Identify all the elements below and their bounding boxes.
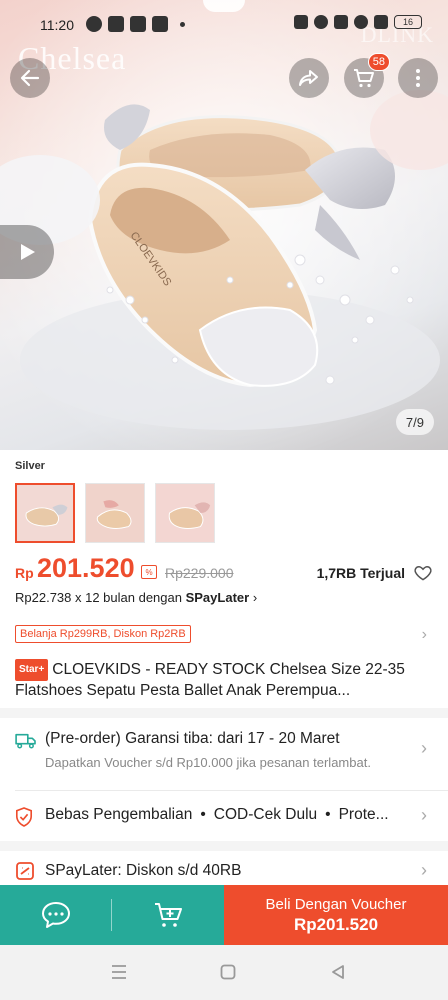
shipping-row[interactable]: (Pre-order) Garansi tiba: dari 17 - 20 M… bbox=[15, 718, 435, 790]
guarantee-item-return: Bebas Pengembalian bbox=[45, 806, 193, 823]
chevron-right-icon: › bbox=[421, 860, 427, 880]
bluetooth-icon bbox=[334, 15, 348, 29]
chevron-right-icon: › bbox=[421, 626, 427, 643]
share-button[interactable] bbox=[289, 58, 329, 98]
guarantee-item-cod: COD-Cek Dulu bbox=[213, 806, 318, 823]
section-divider bbox=[0, 708, 448, 718]
chat-icon bbox=[42, 902, 70, 928]
current-price: 201.520 bbox=[37, 553, 135, 583]
arrow-left-icon bbox=[20, 69, 40, 87]
recent-apps-icon[interactable] bbox=[110, 964, 128, 980]
more-options-button[interactable] bbox=[398, 58, 438, 98]
play-icon bbox=[21, 244, 35, 260]
home-icon[interactable] bbox=[220, 964, 236, 980]
system-navigation-bar bbox=[0, 945, 448, 1000]
more-vertical-icon bbox=[416, 69, 420, 87]
wifi-icon bbox=[354, 15, 368, 29]
status-time: 11:20 bbox=[40, 17, 74, 33]
gallery-icon bbox=[294, 15, 308, 29]
variant-thumbnail[interactable] bbox=[15, 483, 75, 543]
shop-discount-label: Belanja Rp299RB, Diskon Rp2RB bbox=[15, 625, 191, 643]
variant-label: Silver bbox=[15, 460, 45, 472]
shield-check-icon bbox=[15, 807, 33, 827]
thumbnail-image bbox=[17, 485, 73, 541]
battery-icon: 16 bbox=[394, 15, 422, 29]
sold-count: 1,7RB Terjual bbox=[316, 565, 405, 581]
spaylater-icon bbox=[16, 862, 34, 880]
image-counter: 7/9 bbox=[395, 409, 434, 435]
no-sim-icon bbox=[374, 15, 388, 29]
promo-row[interactable]: Belanja Rp299RB, Diskon Rp2RB › bbox=[15, 624, 435, 644]
star-plus-badge: Star+ bbox=[15, 659, 49, 681]
chevron-right-icon: › bbox=[421, 805, 427, 825]
variant-thumbnail[interactable] bbox=[85, 483, 145, 543]
camera-notch bbox=[203, 0, 245, 12]
price-row: Rp 201.520 % Rp229.000 1,7RB Terjual bbox=[15, 553, 435, 583]
buy-button-price: Rp201.520 bbox=[293, 914, 379, 934]
play-video-button[interactable] bbox=[0, 225, 54, 279]
guarantee-item-protection: Prote... bbox=[338, 806, 389, 823]
installment-provider: SPayLater bbox=[185, 590, 250, 605]
product-title: Star+ CLOEVKIDS - READY STOCK Chelsea Siz… bbox=[15, 659, 435, 701]
product-image-carousel[interactable]: CLOEVKIDS Chelsea DLINK 11:20 16 58 7/9 bbox=[0, 0, 448, 450]
thumbnail-image bbox=[86, 484, 144, 542]
spaylater-row[interactable]: SPayLater: Diskon s/d 40RB › bbox=[15, 851, 435, 885]
installment-text: Rp22.738 x 12 bulan dengan bbox=[15, 590, 186, 605]
truck-icon bbox=[15, 733, 36, 749]
whatsapp-icon bbox=[86, 16, 102, 32]
heart-icon[interactable] bbox=[413, 563, 433, 583]
bottom-action-bar: Beli Dengan Voucher Rp201.520 bbox=[0, 885, 448, 945]
buy-button-label: Beli Dengan Voucher bbox=[265, 895, 407, 913]
alarm-icon bbox=[314, 15, 328, 29]
more-notifications-icon bbox=[180, 21, 185, 27]
price-currency: Rp bbox=[15, 565, 34, 581]
action-left-group bbox=[0, 885, 224, 945]
separator-dot: • bbox=[325, 806, 331, 823]
product-title-text: CLOEVKIDS - READY STOCK Chelsea Size 22-… bbox=[15, 661, 405, 699]
status-bar: 11:20 16 bbox=[0, 0, 448, 48]
guarantee-row[interactable]: Bebas Pengembalian • COD-Cek Dulu • Prote...… bbox=[15, 791, 435, 841]
guarantee-list: Bebas Pengembalian • COD-Cek Dulu • Prote... bbox=[45, 806, 389, 824]
add-cart-icon bbox=[155, 903, 182, 927]
variant-thumbnail[interactable] bbox=[155, 483, 215, 543]
price-tag-icon: % bbox=[141, 565, 157, 579]
ok-icon bbox=[130, 16, 146, 32]
shipping-voucher-note: Dapatkan Voucher s/d Rp10.000 jika pesan… bbox=[45, 755, 371, 770]
status-notification-icons bbox=[86, 16, 185, 32]
shipping-eta: (Pre-order) Garansi tiba: dari 17 - 20 M… bbox=[45, 730, 340, 747]
status-system-icons: 16 bbox=[294, 15, 422, 29]
variant-thumbnails bbox=[15, 483, 215, 543]
chat-button[interactable] bbox=[0, 885, 112, 945]
chevron-right-icon: › bbox=[252, 590, 258, 605]
app-notification-icon bbox=[108, 16, 124, 32]
spaylater-text: SPayLater: Diskon s/d 40RB bbox=[45, 862, 242, 879]
product-page: CLOEVKIDS Chelsea DLINK 11:20 16 58 7/9 … bbox=[0, 0, 448, 1000]
buy-with-voucher-button[interactable]: Beli Dengan Voucher Rp201.520 bbox=[224, 885, 448, 945]
separator-dot: • bbox=[200, 806, 206, 823]
installment-info[interactable]: Rp22.738 x 12 bulan dengan SPayLater › bbox=[15, 590, 257, 605]
thumbnail-image bbox=[156, 484, 214, 542]
back-nav-icon[interactable] bbox=[330, 964, 346, 980]
section-divider bbox=[0, 841, 448, 851]
mail-icon bbox=[152, 16, 168, 32]
cart-count-badge: 58 bbox=[367, 53, 390, 71]
cart-button[interactable]: 58 bbox=[344, 53, 390, 98]
share-icon bbox=[299, 70, 318, 86]
original-price: Rp229.000 bbox=[165, 565, 234, 581]
chevron-right-icon: › bbox=[421, 738, 427, 758]
add-to-cart-button[interactable] bbox=[112, 885, 224, 945]
back-button[interactable] bbox=[10, 58, 50, 98]
